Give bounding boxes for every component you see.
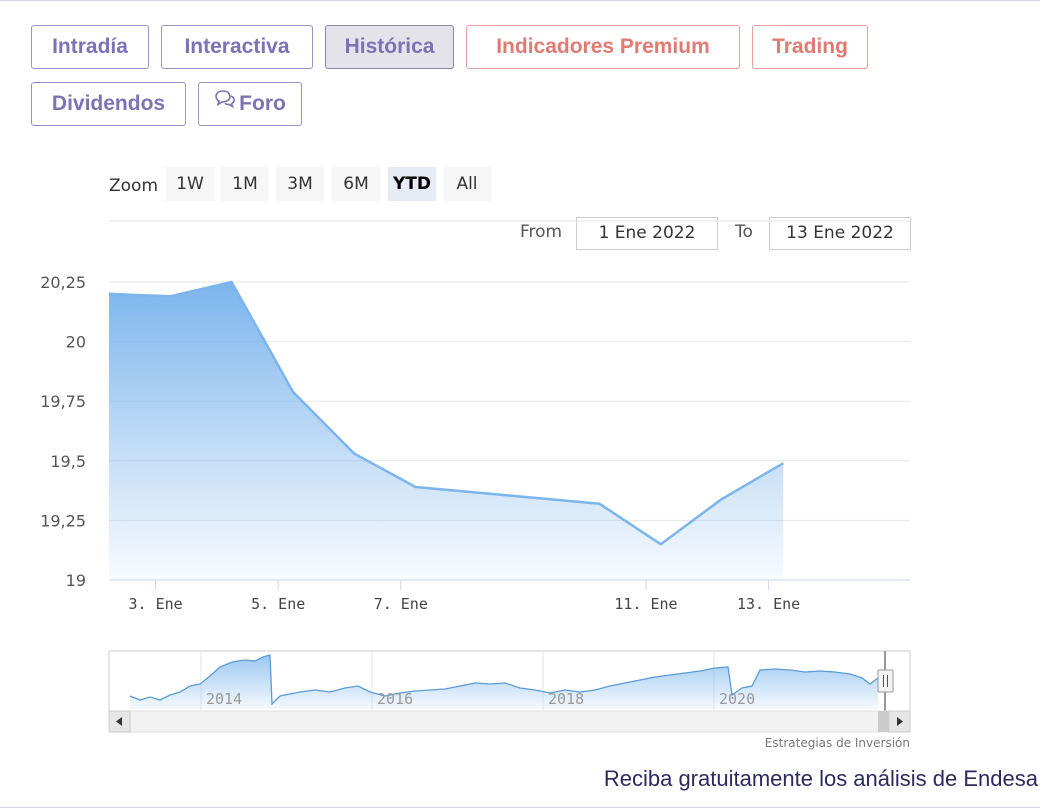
y-tick-label: 19,75	[40, 392, 86, 411]
y-tick-label: 19,25	[40, 511, 86, 530]
y-tick-label: 19	[66, 571, 86, 590]
price-chart: 20,25 20 19,75 19,5 19,25 19 3. Ene 5. Ene 7. E…	[40, 220, 911, 750]
navigator-year-label: 2016	[377, 690, 413, 708]
scrollbar-track[interactable]	[108, 710, 911, 733]
x-tick-label: 5. Ene	[251, 595, 305, 613]
x-tick-label: 3. Ene	[128, 595, 182, 613]
y-tick-label: 19,5	[50, 452, 86, 471]
navigator-year-label: 2014	[206, 690, 242, 708]
navigator-scrollbar[interactable]	[108, 710, 911, 733]
y-tick-label: 20	[66, 333, 86, 352]
navigator-year-label: 2018	[548, 690, 584, 708]
x-tick-label: 7. Ene	[374, 595, 428, 613]
endesa-analysis-link[interactable]: Reciba gratuitamente los análisis de End…	[604, 766, 1038, 792]
x-tick-label: 13. Ene	[737, 595, 800, 613]
y-axis-labels: 20,25 20 19,75 19,5 19,25 19	[40, 273, 86, 590]
navigator[interactable]: 2014 2016 2018 2020	[108, 650, 911, 712]
series-area	[109, 282, 784, 580]
scrollbar-thumb[interactable]	[878, 711, 890, 732]
y-tick-label: 20,25	[40, 273, 86, 292]
chart-credits: Estrategias de Inversión	[765, 736, 910, 750]
bottom-divider	[0, 807, 1040, 808]
navigator-year-label: 2020	[719, 690, 755, 708]
x-axis: 3. Ene 5. Ene 7. Ene 11. Ene 13. Ene	[128, 580, 800, 613]
x-tick-label: 11. Ene	[614, 595, 677, 613]
